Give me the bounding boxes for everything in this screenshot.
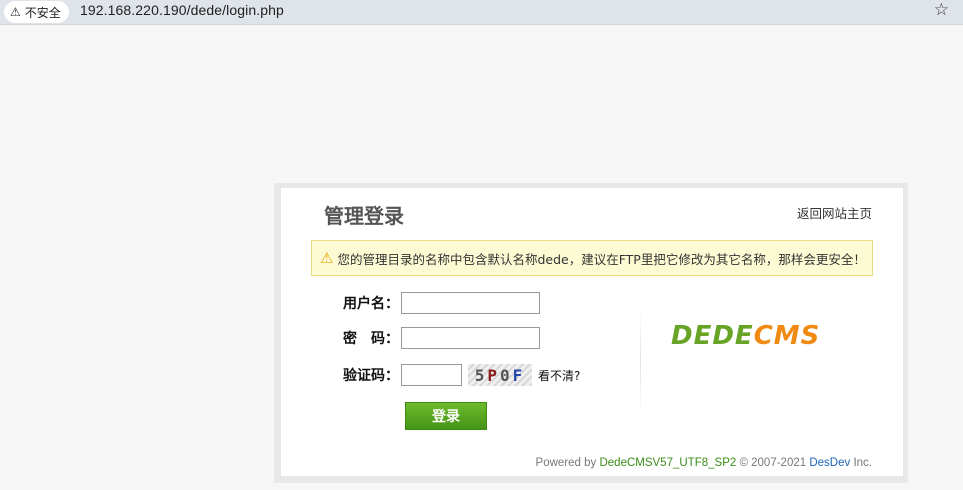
page-title: 管理登录 [324,204,404,228]
company-link[interactable]: DesDev [809,457,850,469]
password-input[interactable] [401,327,540,349]
refresh-captcha-link[interactable]: 看不清? [538,367,580,384]
dedecms-logo: DEDECMS [671,321,820,351]
captcha-image[interactable]: 5 P 0 F [468,364,532,386]
captcha-char: 0 [500,365,513,385]
login-panel: 管理登录 返回网站主页 ⚠ 您的管理目录的名称中包含默认名称dede，建议在FT… [281,188,903,476]
username-input[interactable] [401,292,540,314]
logo-part-dede: DEDE [671,321,754,351]
star-icon[interactable]: ☆ [934,0,949,20]
captcha-char: F [512,365,526,385]
security-indicator[interactable]: ⚠ 不安全 [4,1,69,23]
warning-alert: ⚠ 您的管理目录的名称中包含默认名称dede，建议在FTP里把它修改为其它名称，… [311,240,873,276]
login-button[interactable]: 登录 [405,402,487,430]
vertical-divider [640,306,641,416]
footer: Powered by DedeCMSV57_UTF8_SP2 © 2007-20… [536,457,872,469]
home-link[interactable]: 返回网站主页 [797,203,872,222]
captcha-label: 验证码： [343,368,399,384]
logo-part-cms: CMS [753,321,821,351]
powered-by-text: Powered by [535,457,597,469]
password-label: 密 码： [343,331,399,347]
security-label: 不安全 [24,5,61,20]
warning-icon: ⚠ [10,5,21,19]
captcha-char: 5 [474,365,488,385]
product-link[interactable]: DedeCMSV57_UTF8_SP2 [599,457,736,469]
address-bar[interactable]: 192.168.220.190/dede/login.php [80,2,284,18]
browser-toolbar: ⚠ 不安全 192.168.220.190/dede/login.php ☆ [0,0,963,24]
warning-text: 您的管理目录的名称中包含默认名称dede，建议在FTP里把它修改为其它名称，那样… [337,251,866,267]
password-row: 密 码： [343,327,540,349]
username-label: 用户名： [343,296,399,312]
inc-text: Inc. [853,457,872,469]
captcha-input[interactable] [401,364,462,386]
captcha-char: P [487,365,500,385]
copyright-text: © 2007-2021 [739,457,807,469]
warning-triangle-icon: ⚠ [320,249,334,267]
username-row: 用户名： [343,292,540,314]
captcha-row: 验证码： 5 P 0 F 看不清? [343,364,580,386]
